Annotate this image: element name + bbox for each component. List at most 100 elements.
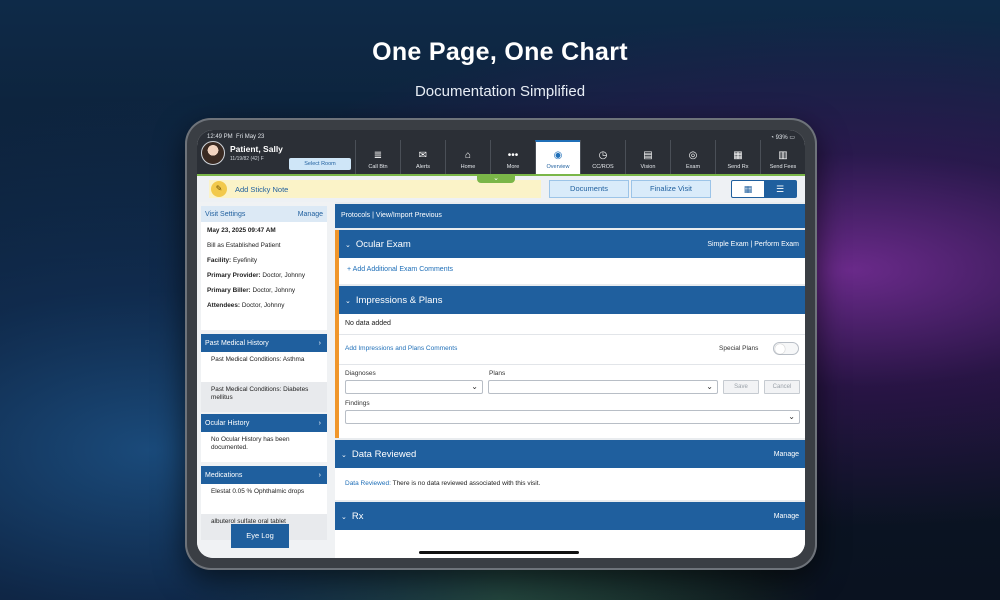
nav-more[interactable]: ••• More [490,140,535,174]
visit-primary-biller: Primary Biller: Doctor, Johnny [207,287,296,294]
data-reviewed-manage-link[interactable]: Manage [774,451,799,458]
list-item[interactable]: Elestat 0.05 % Ophthalmic drops [201,484,327,514]
chevron-down-icon: ⌄ [345,297,351,305]
chevron-down-icon[interactable]: ⌄ [477,175,515,183]
rx-icon: ▦ [733,150,743,161]
avatar [201,141,225,165]
data-reviewed-body: Data Reviewed: There is no data reviewed… [335,468,805,500]
nav-bar: ≣ Call Btn ✉ Alerts ⌂ Home ••• More ◉ Overvie… [355,140,805,174]
hero-title: One Page, One Chart [372,38,628,66]
plans-label: Plans [489,370,506,377]
cancel-button[interactable]: Cancel [764,380,800,394]
chevron-right-icon: › [318,471,321,479]
list-view-icon[interactable]: ☰ [764,181,796,197]
visit-datetime: May 23, 2025 09:47 AM [207,227,276,234]
documents-button[interactable]: Documents [549,180,629,198]
clock-icon: ◷ [598,150,608,161]
list-item[interactable]: Past Medical Conditions: Diabetes mellit… [201,382,327,412]
eye-log-button[interactable]: Eye Log [231,524,289,548]
left-panel: Visit Settings Manage May 23, 2025 09:47… [197,202,335,558]
chevron-down-icon: ⌄ [788,412,795,421]
findings-select[interactable]: ⌄ [345,410,800,424]
nav-overview[interactable]: ◉ Overview [535,140,580,174]
special-plans-toggle[interactable] [773,342,799,355]
nav-home[interactable]: ⌂ Home [445,140,490,174]
view-toggle: ▦ ☰ [731,180,797,198]
top-bar: 12:49 PM Fri May 23 ◔ 93% ▭ Patient, Sal… [197,130,805,174]
rx-manage-link[interactable]: Manage [774,513,799,520]
home-icon: ⌂ [464,150,472,161]
chevron-down-icon: ⌄ [471,382,478,391]
chevron-down-icon: ⌄ [345,241,351,249]
dots-icon: ••• [507,150,519,161]
special-plans-label: Special Plans [719,345,759,352]
protocols-link[interactable]: Protocols [341,212,370,219]
user-icon: ◉ [553,150,563,161]
divider [339,364,805,365]
medications-header[interactable]: Medications › [201,466,327,484]
visit-facility: Facility: Eyefinity [207,257,258,264]
nav-vision[interactable]: ▤ Vision [625,140,670,174]
no-data-text: No data added [345,320,391,327]
patient-name: Patient, Sally [230,144,283,154]
visit-settings-manage-link[interactable]: Manage [298,211,323,218]
status-time: 12:49 PM Fri May 23 [207,134,265,140]
visit-settings-body: May 23, 2025 09:47 AM Bill as Establishe… [201,222,327,330]
list-item[interactable]: No Ocular History has been documented. [201,432,327,462]
chevron-down-icon: ⌄ [706,382,713,391]
tablet-screen: 12:49 PM Fri May 23 ◔ 93% ▭ Patient, Sal… [197,130,805,558]
data-reviewed-text: Data Reviewed: There is no data reviewed… [345,480,541,487]
visit-primary-provider: Primary Provider: Doctor, Johnny [207,272,306,279]
divider [339,334,805,335]
pin-icon: ✎ [211,181,227,197]
impressions-plans-body: No data added Add Impressions and Plans … [339,314,805,438]
hero-subtitle: Documentation Simplified [414,83,586,100]
list-item[interactable]: Past Medical Conditions: Asthma [201,352,327,382]
grid-view-icon[interactable]: ▦ [732,181,764,197]
patient-header[interactable]: Patient, Sally 11/19/82 (42) F [201,141,283,165]
save-button[interactable]: Save [723,380,759,394]
past-medical-history-header[interactable]: Past Medical History › [201,334,327,352]
visit-settings-title: Visit Settings [205,210,246,218]
nav-cc-ros[interactable]: ◷ CC/ROS [580,140,625,174]
add-impressions-comments-link[interactable]: Add Impressions and Plans Comments [345,345,457,352]
nav-call-btn[interactable]: ≣ Call Btn [355,140,400,174]
nav-send-fees[interactable]: ▥ Send Fees [760,140,805,174]
list-icon: ≣ [373,150,383,161]
finalize-visit-button[interactable]: Finalize Visit [631,180,711,198]
document-icon: ▥ [778,150,788,161]
visit-settings-header: Visit Settings Manage [201,206,327,222]
chevron-down-icon: ⌄ [341,451,347,459]
add-exam-comments-link[interactable]: + Add Additional Exam Comments [347,266,453,273]
ocular-history-header[interactable]: Ocular History › [201,414,327,432]
view-import-previous-link[interactable]: View/Import Previous [376,212,442,219]
simple-exam-link[interactable]: Simple Exam [707,241,748,248]
home-indicator[interactable] [419,551,579,554]
chevron-right-icon: › [318,339,321,347]
megaphone-icon: ✉ [418,150,428,161]
rx-header[interactable]: ⌄ Rx Manage [335,502,805,530]
select-room-button[interactable]: Select Room [289,158,351,170]
chevron-down-icon: ⌄ [341,513,347,521]
nav-send-rx[interactable]: ▦ Send Rx [715,140,760,174]
ocular-exam-header[interactable]: ⌄ Ocular Exam Simple Exam | Perform Exam [339,230,805,258]
add-sticky-note-label: Add Sticky Note [235,184,289,194]
plans-select[interactable]: ⌄ [488,380,718,394]
patient-dob: 11/19/82 (42) F [230,156,264,162]
perform-exam-link[interactable]: Perform Exam [754,241,799,248]
visit-attendees: Attendees: Doctor, Johnny [207,302,285,309]
findings-label: Findings [345,400,370,407]
protocols-bar: Protocols | View/Import Previous [335,204,805,228]
tablet-frame: 12:49 PM Fri May 23 ◔ 93% ▭ Patient, Sal… [185,118,817,570]
nav-exam[interactable]: ◎ Exam [670,140,715,174]
eye-icon: ◎ [688,150,698,161]
diagnoses-select[interactable]: ⌄ [345,380,483,394]
visit-bill-type: Bill as Established Patient [207,242,281,249]
chart-icon: ▤ [643,150,653,161]
nav-alerts[interactable]: ✉ Alerts [400,140,445,174]
impressions-plans-header[interactable]: ⌄ Impressions & Plans [339,286,805,314]
diagnoses-label: Diagnoses [345,370,376,377]
data-reviewed-header[interactable]: ⌄ Data Reviewed Manage [335,440,805,468]
ocular-exam-body: + Add Additional Exam Comments [339,258,805,284]
main-panel: Protocols | View/Import Previous ⌄ Ocular… [335,202,805,558]
